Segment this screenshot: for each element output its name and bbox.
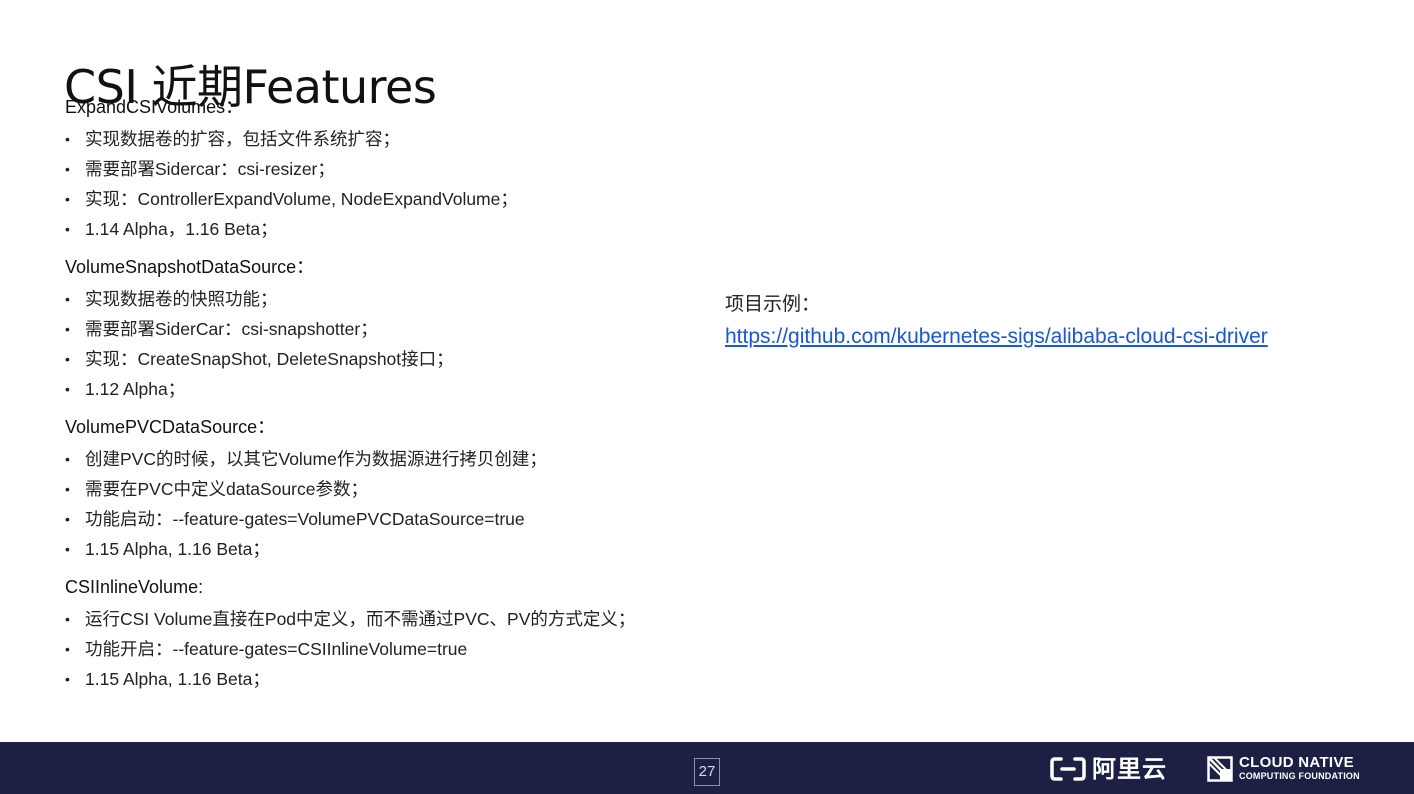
bullet-dot: • (65, 451, 70, 467)
bullet-dot: • (65, 191, 70, 207)
bullet-text: 功能开启：--feature-gates=CSIInlineVolume=tru… (85, 639, 468, 659)
bullet-item: • 1.15 Alpha, 1.16 Beta； (65, 664, 705, 694)
bullet-dot: • (65, 381, 70, 397)
bullet-item: • 1.12 Alpha； (65, 374, 705, 404)
aliyun-bracket-icon (1050, 757, 1086, 781)
bullet-list: • 创建PVC的时候，以其它Volume作为数据源进行拷贝创建； • 需要在PVC中… (65, 444, 705, 564)
section-volume-snapshot-data-source: VolumeSnapshotDataSource： • 实现数据卷的快照功能； •… (65, 256, 705, 404)
bullet-dot: • (65, 221, 70, 237)
bullet-list: • 实现数据卷的扩容，包括文件系统扩容； • 需要部署Sidercar：csi-re… (65, 124, 705, 244)
cncf-icon (1207, 755, 1233, 782)
feature-list: ExpandCSIVolumes： • 实现数据卷的扩容，包括文件系统扩容； • 需… (65, 96, 705, 706)
bullet-text: 功能启动：--feature-gates=VolumePVCDataSource… (85, 509, 525, 529)
section-heading: CSIInlineVolume: (65, 577, 204, 597)
footer-bar: 27 阿里云 CLOUD NATIVE COMPUTING FOUNDATION (0, 742, 1414, 794)
bullet-dot: • (65, 481, 70, 497)
bullet-text: 创建PVC的时候，以其它Volume作为数据源进行拷贝创建； (85, 449, 547, 469)
bullet-dot: • (65, 351, 70, 367)
bullet-item: • 实现数据卷的扩容，包括文件系统扩容； (65, 124, 705, 154)
section-volume-pvc-data-source: VolumePVCDataSource： • 创建PVC的时候，以其它Volume… (65, 416, 705, 564)
example-label: 项目示例： (725, 294, 821, 315)
bullet-dot: • (65, 641, 70, 657)
bullet-text: 实现：ControllerExpandVolume, NodeExpandVol… (85, 189, 518, 209)
bullet-item: • 运行CSI Volume直接在Pod中定义，而不需通过PVC、PV的方式定义； (65, 604, 705, 634)
bullet-text: 实现数据卷的快照功能； (85, 289, 278, 309)
bullet-text: 1.15 Alpha, 1.16 Beta； (85, 539, 270, 559)
bullet-list: • 运行CSI Volume直接在Pod中定义，而不需通过PVC、PV的方式定义；… (65, 604, 705, 694)
bullet-text: 1.12 Alpha； (85, 379, 186, 399)
bullet-dot: • (65, 161, 70, 177)
bullet-dot: • (65, 671, 70, 687)
cncf-line2: COMPUTING FOUNDATION (1239, 771, 1360, 781)
bullet-item: • 实现：CreateSnapShot, DeleteSnapshot接口； (65, 344, 705, 374)
bullet-item: • 实现数据卷的快照功能； (65, 284, 705, 314)
bullet-list: • 实现数据卷的快照功能； • 需要部署SiderCar：csi-snapshott… (65, 284, 705, 404)
bullet-item: • 1.15 Alpha, 1.16 Beta； (65, 534, 705, 564)
bullet-text: 需要部署SiderCar：csi-snapshotter； (85, 319, 378, 339)
bullet-dot: • (65, 291, 70, 307)
bullet-text: 需要部署Sidercar：csi-resizer； (85, 159, 335, 179)
bullet-item: • 实现：ControllerExpandVolume, NodeExpandVo… (65, 184, 705, 214)
aliyun-logo-text: 阿里云 (1092, 755, 1167, 783)
bullet-text: 运行CSI Volume直接在Pod中定义，而不需通过PVC、PV的方式定义； (85, 609, 636, 629)
section-heading: ExpandCSIVolumes： (65, 97, 244, 117)
section-csi-inline-volume: CSIInlineVolume: • 运行CSI Volume直接在Pod中定义，… (65, 576, 705, 694)
bullet-dot: • (65, 321, 70, 337)
bullet-item: • 功能开启：--feature-gates=CSIInlineVolume=tr… (65, 634, 705, 664)
bullet-dot: • (65, 511, 70, 527)
project-example: 项目示例： https://github.com/kubernetes-sigs… (725, 290, 1385, 354)
bullet-text: 需要在PVC中定义dataSource参数； (85, 479, 368, 499)
bullet-item: • 需要在PVC中定义dataSource参数； (65, 474, 705, 504)
project-repo-link[interactable]: https://github.com/kubernetes-sigs/aliba… (725, 320, 1268, 354)
bullet-text: 1.14 Alpha，1.16 Beta； (85, 219, 278, 239)
bullet-item: • 需要部署SiderCar：csi-snapshotter； (65, 314, 705, 344)
bullet-dot: • (65, 541, 70, 557)
bullet-text: 实现：CreateSnapShot, DeleteSnapshot接口； (85, 349, 454, 369)
bullet-text: 1.15 Alpha, 1.16 Beta； (85, 669, 270, 689)
bullet-item: • 创建PVC的时候，以其它Volume作为数据源进行拷贝创建； (65, 444, 705, 474)
section-expand-csi-volumes: ExpandCSIVolumes： • 实现数据卷的扩容，包括文件系统扩容； • 需… (65, 96, 705, 244)
bullet-item: • 1.14 Alpha，1.16 Beta； (65, 214, 705, 244)
bullet-text: 实现数据卷的扩容，包括文件系统扩容； (85, 129, 400, 149)
bullet-dot: • (65, 131, 70, 147)
page-number: 27 (694, 758, 720, 786)
bullet-item: • 功能启动：--feature-gates=VolumePVCDataSourc… (65, 504, 705, 534)
bullet-dot: • (65, 611, 70, 627)
bullet-item: • 需要部署Sidercar：csi-resizer； (65, 154, 705, 184)
section-heading: VolumePVCDataSource： (65, 417, 276, 437)
cncf-line1: CLOUD NATIVE (1239, 754, 1354, 771)
aliyun-logo: 阿里云 (1050, 754, 1167, 784)
cncf-logo: CLOUD NATIVE COMPUTING FOUNDATION (1207, 755, 1360, 782)
section-heading: VolumeSnapshotDataSource： (65, 257, 315, 277)
cncf-wordmark: CLOUD NATIVE COMPUTING FOUNDATION (1239, 755, 1360, 782)
